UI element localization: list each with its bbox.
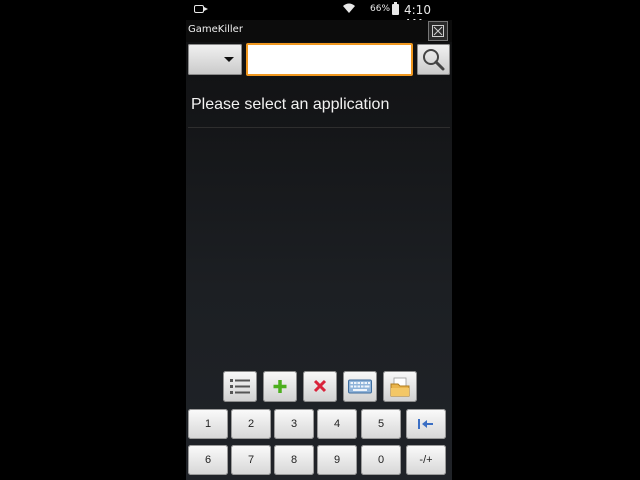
battery-icon [392, 2, 399, 15]
backspace-key[interactable] [406, 409, 446, 439]
sign-toggle-key[interactable]: -/+ [406, 445, 446, 475]
key-7[interactable]: 7 [231, 445, 271, 475]
status-bar: 66% 4:10 AM [186, 0, 452, 31]
keyboard-icon [348, 379, 372, 394]
search-icon [423, 49, 445, 71]
delete-icon [313, 379, 327, 393]
app-title: GameKiller [188, 24, 243, 35]
add-button[interactable] [263, 371, 297, 402]
key-2[interactable]: 2 [231, 409, 271, 439]
add-icon [273, 380, 287, 393]
title-bar: GameKiller [186, 20, 452, 42]
keyboard-button[interactable] [343, 371, 377, 402]
folder-button[interactable] [383, 371, 417, 402]
battery-percent: 66% [370, 4, 391, 14]
list-button[interactable] [223, 371, 257, 402]
close-icon [432, 25, 444, 37]
search-type-dropdown[interactable] [188, 44, 242, 75]
search-input[interactable] [246, 43, 413, 76]
chevron-down-icon [224, 57, 234, 62]
key-9[interactable]: 9 [317, 445, 357, 475]
list-icon [230, 379, 250, 394]
search-button[interactable] [417, 44, 450, 75]
close-button[interactable] [428, 21, 448, 41]
key-3[interactable]: 3 [274, 409, 314, 439]
app-screen: 66% 4:10 AM GameKiller Please select an … [186, 0, 452, 480]
key-1[interactable]: 1 [188, 409, 228, 439]
key-0[interactable]: 0 [361, 445, 401, 475]
key-8[interactable]: 8 [274, 445, 314, 475]
select-application-prompt: Please select an application [191, 96, 390, 113]
key-4[interactable]: 4 [317, 409, 357, 439]
video-record-icon [194, 5, 208, 13]
wifi-icon [342, 2, 356, 17]
key-5[interactable]: 5 [361, 409, 401, 439]
divider [188, 127, 450, 128]
key-6[interactable]: 6 [188, 445, 228, 475]
folder-icon [390, 377, 410, 397]
delete-button[interactable] [303, 371, 337, 402]
backspace-icon [418, 419, 433, 429]
